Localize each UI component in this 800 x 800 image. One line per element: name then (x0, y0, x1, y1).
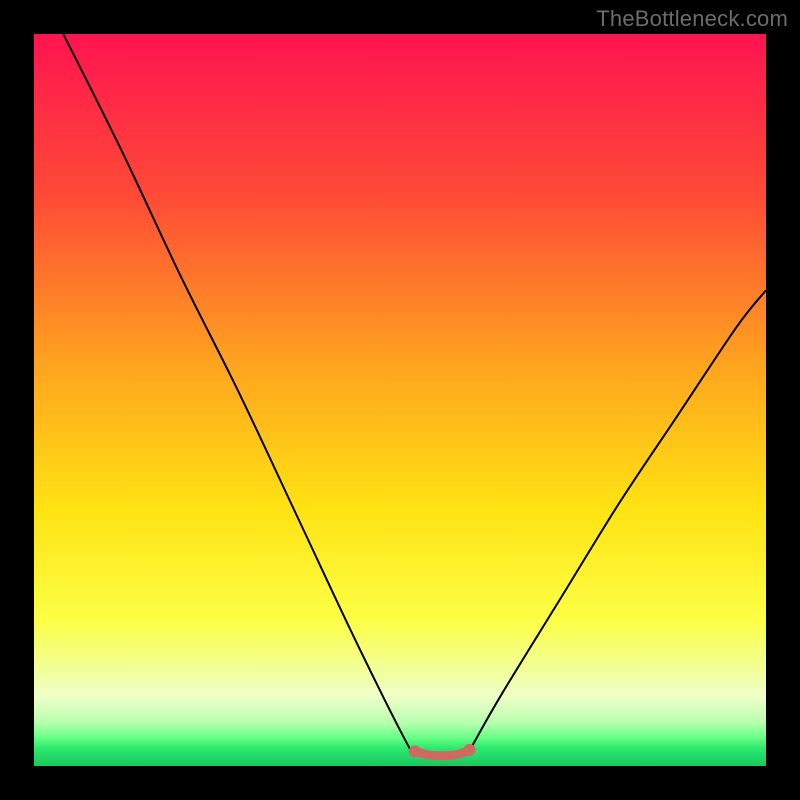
optimal-band (415, 750, 470, 756)
bottleneck-curve (63, 34, 766, 755)
optimal-band-endpoint-left (409, 745, 421, 757)
optimal-band-endpoint-right (464, 744, 476, 756)
curve-layer (34, 34, 766, 766)
chart-frame: TheBottleneck.com (0, 0, 800, 800)
watermark-text: TheBottleneck.com (596, 6, 788, 32)
plot-area (34, 34, 766, 766)
